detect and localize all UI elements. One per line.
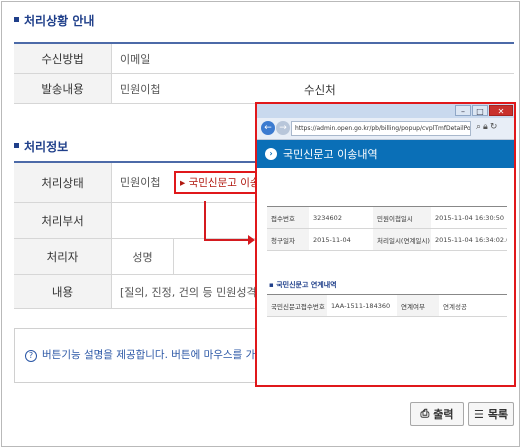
popup-titlebar: – □ ✕ <box>257 104 514 118</box>
section-title-process: 처리정보 <box>14 138 68 155</box>
sinmungo-no-label: 국민신문고접수번호 <box>267 295 327 316</box>
print-icon: ⎙ <box>420 407 430 420</box>
handler-label: 처리자 <box>14 239 112 274</box>
connector-line <box>204 239 250 241</box>
dept-label: 처리부서 <box>14 203 112 238</box>
minimize-icon[interactable]: – <box>455 105 471 116</box>
transfer-date-value: 2015-11-04 16:30:50 <box>435 213 505 222</box>
info-icon: ? <box>25 350 37 362</box>
section-title-status: 처리상황 안내 <box>14 12 94 29</box>
popup-title: 국민신문고 이송내역 <box>283 148 378 161</box>
process-date-value: 2015-11-04 16:34:02.0 <box>435 235 507 244</box>
address-bar: ← → https://admin.open.go.kr/pb/billing/… <box>257 118 514 140</box>
receipt-no-value: 3234602 <box>313 213 342 222</box>
request-date-value: 2015-11-04 <box>313 235 351 244</box>
popup-header: › 국민신문고 이송내역 <box>257 140 514 168</box>
forward-icon[interactable]: → <box>276 121 290 135</box>
back-icon[interactable]: ← <box>261 121 275 135</box>
url-tools: ⌕🔒︎↻ <box>476 122 499 132</box>
refresh-icon[interactable]: ↻ <box>490 122 500 132</box>
maximize-icon[interactable]: □ <box>472 105 488 116</box>
table-row: 발송내용 민원이첩 수신처 <box>14 74 514 104</box>
transfer-history-popup: – □ ✕ ← → https://admin.open.go.kr/pb/bi… <box>255 102 516 387</box>
connector-line <box>204 201 206 241</box>
table-row: 청구일자 2015-11-04 처리일시(연계일시) 2015-11-04 16… <box>267 229 507 251</box>
method-label: 수신방법 <box>14 44 112 73</box>
status-value: 민원이첩 <box>120 176 161 189</box>
receive-table: 수신방법 이메일 발송내용 민원이첩 수신처 <box>14 42 514 104</box>
content-label: 내용 <box>14 275 112 308</box>
close-icon[interactable]: ✕ <box>489 105 513 116</box>
arrow-head-icon <box>248 235 255 245</box>
request-date-label: 청구일자 <box>267 229 309 250</box>
link-history-subtitle: ▪ 국민신문고 연계내역 <box>269 281 337 289</box>
content-label: 발송내용 <box>14 74 112 103</box>
bullet-icon <box>14 143 19 148</box>
url-input[interactable]: https://admin.open.go.kr/pb/billing/popu… <box>291 121 471 136</box>
table-row: 접수번호 3234602 민원이첩일시 2015-11-04 16:30:50 <box>267 207 507 229</box>
link-status-value: 연계성공 <box>443 302 467 311</box>
transfer-date-label: 민원이첩일시 <box>373 207 431 228</box>
lock-icon: 🔒︎ <box>483 122 490 132</box>
status-label: 처리상태 <box>14 163 112 202</box>
sinmungo-no-value: 1AA-1511-184360 <box>331 301 391 310</box>
content-value: 민원이첩 <box>120 82 161 96</box>
popup-link-table: 국민신문고접수번호 1AA-1511-184360 연계여부 연계성공 <box>267 294 507 317</box>
handler-sub-label: 성명 <box>112 239 174 274</box>
process-date-label: 처리일시(연계일시) <box>373 229 431 250</box>
search-icon[interactable]: ⌕ <box>476 122 483 132</box>
list-button[interactable]: ☰ 목록 <box>468 402 514 426</box>
method-value: 이메일 <box>120 52 151 66</box>
table-row: 수신방법 이메일 <box>14 44 514 74</box>
print-button[interactable]: ⎙ 출력 <box>410 402 464 426</box>
bullet-icon <box>14 17 19 22</box>
receipt-no-label: 접수번호 <box>267 207 309 228</box>
table-row: 국민신문고접수번호 1AA-1511-184360 연계여부 연계성공 <box>267 295 507 317</box>
recipient-label: 수신처 <box>304 83 336 97</box>
popup-info-table: 접수번호 3234602 민원이첩일시 2015-11-04 16:30:50 … <box>267 206 507 251</box>
chevron-right-icon: › <box>265 148 277 160</box>
link-status-label: 연계여부 <box>397 295 439 316</box>
list-icon: ☰ <box>473 407 484 421</box>
